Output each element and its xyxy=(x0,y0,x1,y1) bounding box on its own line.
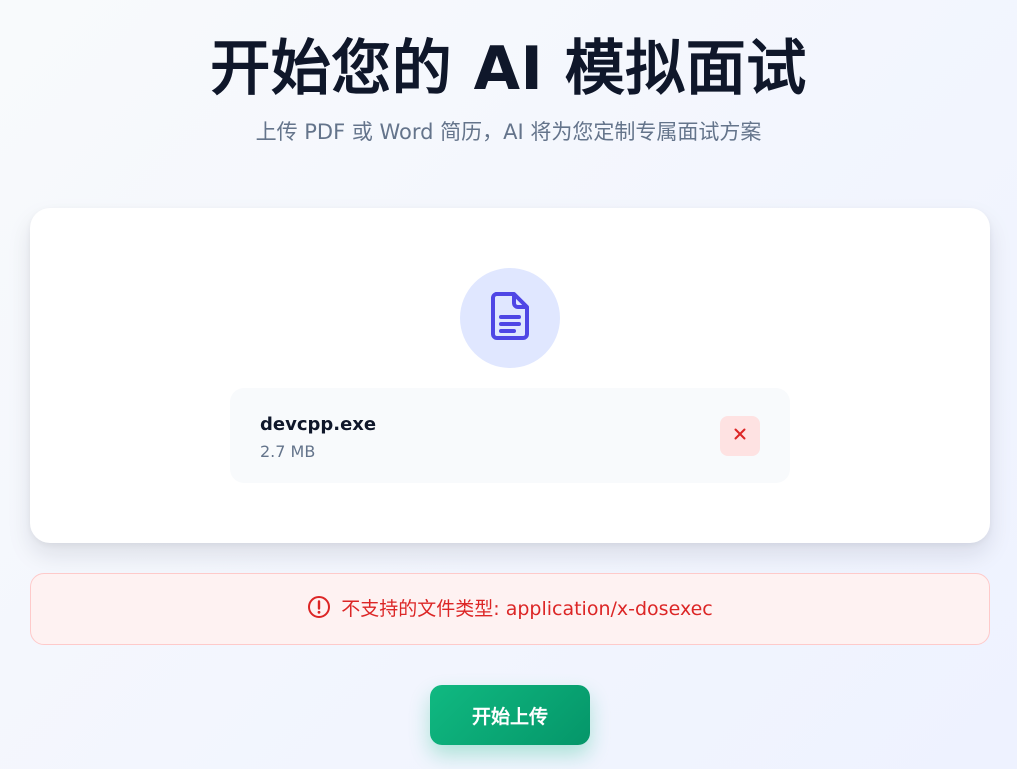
page-subtitle: 上传 PDF 或 Word 简历，AI 将为您定制专属面试方案 xyxy=(255,120,762,144)
remove-file-button[interactable] xyxy=(720,416,760,456)
page-title: 开始您的 AI 模拟面试 xyxy=(210,34,807,104)
start-upload-button[interactable]: 开始上传 xyxy=(430,685,590,745)
file-size: 2.7 MB xyxy=(260,442,316,461)
close-icon xyxy=(732,426,748,446)
document-icon xyxy=(488,291,532,345)
file-name: devcpp.exe xyxy=(260,414,377,435)
selected-file-row: devcpp.exe 2.7 MB xyxy=(230,388,790,483)
upload-card: devcpp.exe 2.7 MB xyxy=(30,208,990,543)
error-banner: 不支持的文件类型: application/x-dosexec xyxy=(30,573,990,645)
file-icon-badge xyxy=(460,268,560,368)
alert-circle-icon xyxy=(307,595,331,623)
error-message: 不支持的文件类型: application/x-dosexec xyxy=(341,598,713,620)
